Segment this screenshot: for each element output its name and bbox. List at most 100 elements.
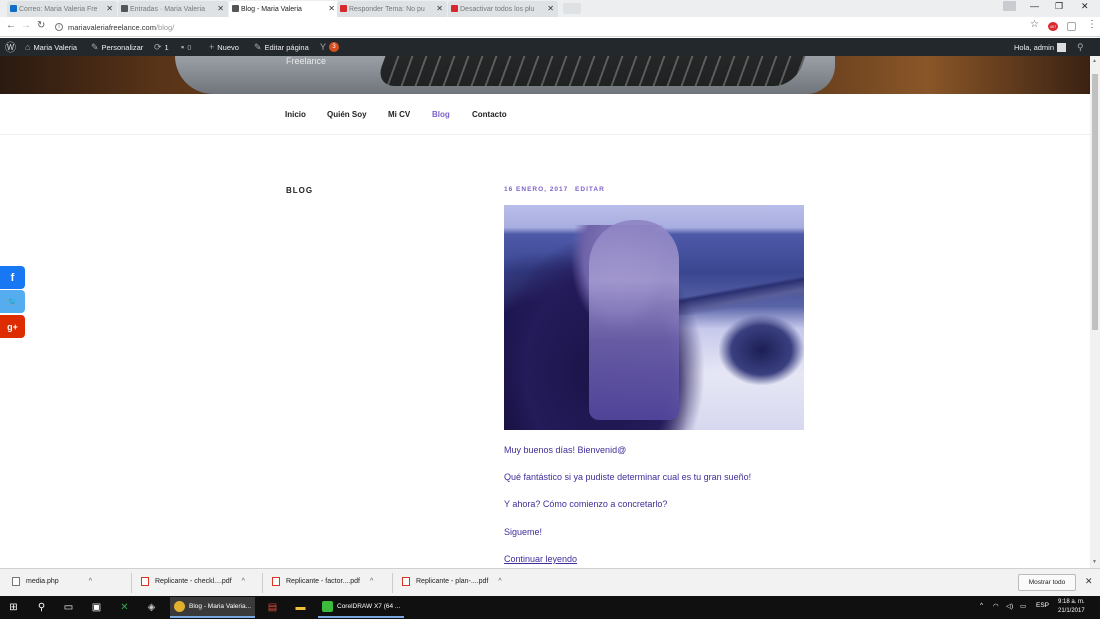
taskbar-app-label: Blog - Maria Valeria... [189, 603, 252, 610]
download-item[interactable]: Replicante - factor....pdf ^ [272, 577, 373, 586]
language-indicator[interactable]: ESP [1036, 602, 1049, 609]
customize-label: Personalizar [101, 42, 144, 52]
back-icon[interactable]: ← [6, 20, 16, 31]
network-icon[interactable]: ◠ [993, 602, 999, 610]
twitter-share-button[interactable]: 🐦 [0, 290, 25, 313]
favicon-icon [10, 5, 17, 12]
close-icon[interactable]: ✕ [1085, 576, 1093, 587]
browser-toolbar: ← → ↻ i mariavaleriafreelance.com/blog/ … [0, 17, 1100, 37]
search-icon[interactable]: ⚲ [33, 599, 50, 616]
forward-icon[interactable]: → [21, 20, 31, 31]
new-content-menu[interactable]: + Nuevo [209, 38, 239, 56]
comments-link[interactable]: ▪ 0 [181, 38, 191, 56]
info-icon[interactable]: i [55, 23, 63, 31]
post-date-link[interactable]: 16 ENERO, 2017 [504, 186, 568, 193]
download-item[interactable]: Replicante - plan-....pdf ^ [402, 577, 502, 586]
page-title: BLOG [286, 186, 314, 195]
download-item[interactable]: media.php ^ [12, 577, 92, 586]
extension-icon[interactable] [1067, 22, 1076, 31]
customize-link[interactable]: ✎ Personalizar [91, 38, 143, 56]
browser-tab[interactable]: Desactivar todos los plu ✕ [448, 1, 558, 17]
close-tab-icon[interactable]: ✕ [328, 4, 335, 13]
store-icon[interactable]: ▣ [88, 599, 105, 616]
post-paragraph: Qué fantástico si ya pudiste determinar … [504, 472, 752, 482]
comment-icon: ▪ [181, 42, 185, 52]
download-filename: media.php [26, 578, 59, 585]
browser-tab[interactable]: Responder Tema: No pu ✕ [337, 1, 447, 17]
excel-icon[interactable]: ✕ [116, 599, 133, 616]
facebook-share-button[interactable]: f [0, 266, 25, 289]
reload-icon[interactable]: ↻ [37, 20, 45, 31]
seo-menu[interactable]: Y3 [320, 38, 340, 56]
nav-item-mi-cv[interactable]: Mi CV [388, 110, 410, 119]
minimize-button[interactable]: — [1030, 1, 1039, 11]
file-explorer-icon[interactable]: ▬ [292, 599, 309, 616]
site-name-menu[interactable]: ⌂ Maria Valeria [25, 38, 77, 56]
scroll-down-icon[interactable]: ▼ [1092, 559, 1097, 565]
chevron-up-icon[interactable]: ^ [980, 602, 983, 609]
close-window-button[interactable]: ✕ [1081, 1, 1089, 12]
bookmark-star-icon[interactable]: ☆ [1030, 19, 1039, 30]
edit-page-link[interactable]: ✎ Editar página [254, 38, 309, 56]
divider [392, 573, 393, 593]
task-view-icon[interactable]: ▭ [60, 599, 77, 616]
download-item[interactable]: Replicante - checkl....pdf ^ [141, 577, 245, 586]
close-tab-icon[interactable]: ✕ [436, 4, 443, 13]
chrome-menu-icon[interactable]: ⋮ [1087, 19, 1097, 30]
taskbar-app-chrome[interactable]: Blog - Maria Valeria... [170, 597, 256, 618]
post-featured-image[interactable] [504, 205, 804, 430]
bush [719, 315, 804, 385]
edit-post-link[interactable]: EDITAR [575, 186, 605, 193]
restore-button[interactable]: ❐ [1055, 1, 1063, 12]
chevron-up-icon[interactable]: ^ [89, 578, 92, 585]
dashboard-icon: ⌂ [25, 42, 31, 52]
favicon-icon [451, 5, 458, 12]
url-host: mariavaleriafreelance.com [68, 22, 156, 32]
keyboard-image [374, 56, 806, 86]
nav-item-inicio[interactable]: Inicio [285, 110, 306, 119]
google-plus-share-button[interactable]: g+ [0, 315, 25, 338]
wordpress-logo-icon[interactable]: Ⓦ [5, 38, 16, 56]
chevron-up-icon[interactable]: ^ [370, 578, 373, 585]
updates-link[interactable]: ⟳ 1 [154, 38, 169, 56]
seo-notification-badge: 3 [329, 42, 340, 52]
clock[interactable]: 9:18 a. m. 21/1/2017 [1058, 598, 1085, 616]
nav-item-blog[interactable]: Blog [432, 110, 450, 119]
taskbar-app-coreldraw[interactable]: CorelDRAW X7 (64 ... [318, 597, 405, 618]
my-account-menu[interactable]: Hola, admin [1014, 38, 1067, 56]
app-icon[interactable]: ◈ [143, 599, 160, 616]
volume-icon[interactable]: ◁) [1006, 602, 1013, 610]
tab-strip: Correo: Maria Valeria Fre ✕ Entradas · Mar… [0, 0, 1100, 17]
close-tab-icon[interactable]: ✕ [547, 4, 554, 13]
close-tab-icon[interactable]: ✕ [106, 4, 113, 13]
profile-icon[interactable] [1003, 1, 1016, 11]
chevron-up-icon[interactable]: ^ [498, 578, 501, 585]
browser-tab[interactable]: Blog - Maria Valeria ✕ [229, 1, 339, 17]
divider [131, 573, 132, 593]
scrollbar-thumb[interactable] [1092, 74, 1098, 330]
chevron-up-icon[interactable]: ^ [242, 578, 245, 585]
browser-tab[interactable]: Correo: Maria Valeria Fre ✕ [7, 1, 117, 17]
continue-reading-link[interactable]: Continuar leyendo [504, 554, 577, 564]
chrome-icon [174, 601, 185, 612]
scroll-up-icon[interactable]: ▲ [1092, 58, 1097, 64]
browser-tab[interactable]: Entradas · Maria Valeria ✕ [118, 1, 228, 17]
search-icon[interactable]: ⚲ [1077, 38, 1084, 56]
address-bar[interactable]: i mariavaleriafreelance.com/blog/ [55, 20, 1030, 34]
tab-title: Responder Tema: No pu [349, 5, 425, 13]
post-paragraph: Y ahora? Cómo comienzo a concretarlo? [504, 499, 668, 509]
pdf-reader-icon[interactable]: ▤ [264, 599, 281, 616]
close-tab-icon[interactable]: ✕ [217, 4, 224, 13]
adblock-extension-icon[interactable]: 407 [1048, 22, 1058, 31]
new-tab-button[interactable] [563, 3, 581, 14]
nav-item-quien-soy[interactable]: Quién Soy [327, 110, 367, 119]
post-meta: 16 ENERO, 2017 EDITAR [504, 186, 609, 193]
notification-icon[interactable]: ▭ [1020, 602, 1026, 610]
tab-title: Entradas · Maria Valeria [130, 5, 205, 13]
nav-item-contacto[interactable]: Contacto [472, 110, 507, 119]
pdf-icon [402, 577, 410, 586]
windows-start-icon[interactable]: ⊞ [5, 599, 22, 616]
show-all-downloads-button[interactable]: Mostrar todo [1018, 574, 1076, 591]
new-label: Nuevo [217, 42, 239, 52]
avatar [1057, 42, 1067, 52]
